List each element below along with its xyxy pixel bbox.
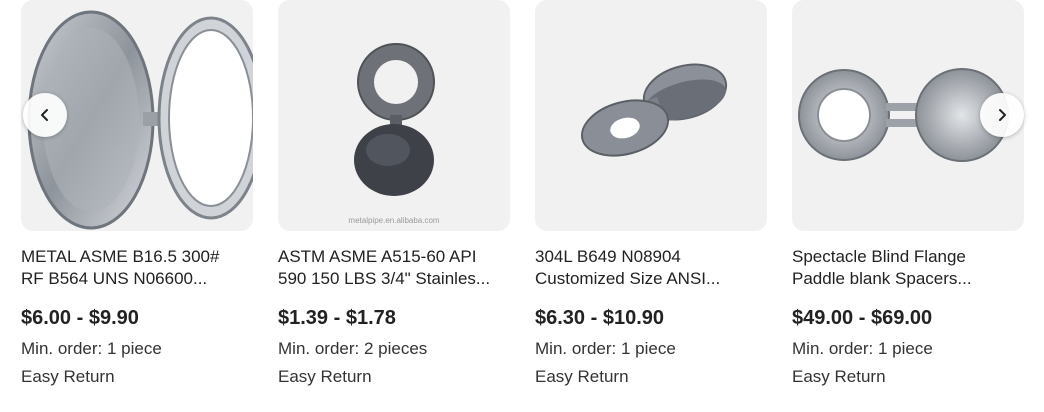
- easy-return-badge: Easy Return: [278, 367, 372, 386]
- easy-return-badge: Easy Return: [21, 367, 115, 386]
- min-order: Min. order: 1 piece: [535, 339, 676, 358]
- product-image[interactable]: [535, 0, 767, 231]
- product-card[interactable]: metalpipe.en.alibaba.com ASTM ASME A515-…: [278, 0, 510, 386]
- product-price: $1.39 - $1.78: [278, 307, 396, 329]
- easy-return-badge: Easy Return: [792, 367, 886, 386]
- product-carousel: METAL ASME B16.5 300# RF B564 UNS N06600…: [0, 0, 1044, 412]
- min-order: Min. order: 2 pieces: [278, 339, 428, 358]
- min-order: Min. order: 1 piece: [792, 339, 933, 358]
- product-image[interactable]: metalpipe.en.alibaba.com: [278, 0, 510, 231]
- spectacle-blind-flange-image: [580, 63, 728, 157]
- chevron-left-icon: [41, 109, 48, 121]
- carousel-prev-button[interactable]: [23, 93, 67, 137]
- watermark-text: metalpipe.en.alibaba.com: [348, 216, 440, 225]
- product-price: $6.30 - $10.90: [535, 307, 664, 329]
- product-price: $6.00 - $9.90: [21, 307, 139, 329]
- easy-return-badge: Easy Return: [535, 367, 629, 386]
- product-card[interactable]: 304L B649 N08904 Customized Size ANSI...…: [535, 0, 767, 386]
- min-order: Min. order: 1 piece: [21, 339, 162, 358]
- spectacle-blind-flange-image: metalpipe.en.alibaba.com: [348, 43, 440, 225]
- product-title[interactable]: Spectacle Blind Flange Paddle blank Spac…: [792, 246, 1024, 290]
- product-title[interactable]: METAL ASME B16.5 300# RF B564 UNS N06600…: [21, 246, 253, 290]
- product-title[interactable]: 304L B649 N08904 Customized Size ANSI...: [535, 246, 767, 290]
- carousel-next-button[interactable]: [980, 93, 1024, 137]
- product-price: $49.00 - $69.00: [792, 307, 933, 329]
- product-title[interactable]: ASTM ASME A515-60 API 590 150 LBS 3/4" S…: [278, 246, 510, 290]
- chevron-right-icon: [999, 109, 1006, 121]
